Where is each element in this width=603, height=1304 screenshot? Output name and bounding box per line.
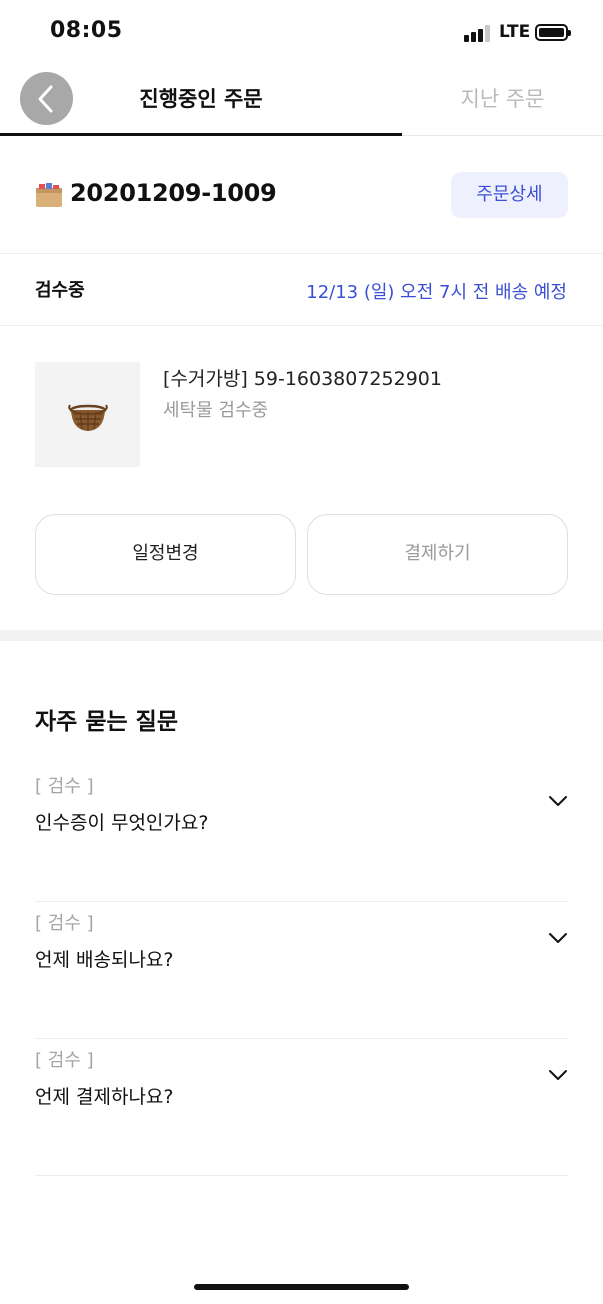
faq-category: [ 검수 ] xyxy=(35,913,94,934)
item-status: 세탁물 검수중 xyxy=(163,400,269,421)
item-thumbnail xyxy=(35,362,140,467)
faq-category: [ 검수 ] xyxy=(35,1050,94,1071)
cellular-signal-icon xyxy=(464,24,492,42)
chevron-down-icon[interactable] xyxy=(548,1068,568,1082)
chevron-down-icon[interactable] xyxy=(548,794,568,808)
order-tabs: 진행중인 주문 지난 주문 xyxy=(0,64,603,136)
section-divider xyxy=(0,630,603,641)
chevron-left-icon xyxy=(38,85,53,113)
tab-past-orders[interactable]: 지난 주문 xyxy=(402,64,603,136)
faq-question: 인수증이 무엇인가요? xyxy=(35,812,209,834)
delivery-eta: 12/13 (일) 오전 7시 전 배송 예정 xyxy=(306,282,567,303)
active-tab-indicator xyxy=(0,133,402,136)
order-status-label: 검수중 xyxy=(35,280,85,301)
faq-question: 언제 배송되나요? xyxy=(35,949,174,971)
reschedule-button[interactable]: 일정변경 xyxy=(35,514,296,595)
status-time: 08:05 xyxy=(50,18,123,43)
network-type: LTE xyxy=(499,22,531,42)
back-button[interactable] xyxy=(20,72,73,125)
order-number: 20201209-1009 xyxy=(70,179,277,207)
faq-item[interactable]: [ 검수 ] 인수증이 무엇인가요? xyxy=(35,764,568,902)
faq-title: 자주 묻는 질문 xyxy=(35,709,178,735)
pay-button[interactable]: 결제하기 xyxy=(307,514,568,595)
home-indicator[interactable] xyxy=(194,1284,409,1290)
order-detail-button[interactable]: 주문상세 xyxy=(451,172,568,218)
faq-question: 언제 결제하나요? xyxy=(35,1086,174,1108)
faq-category: [ 검수 ] xyxy=(35,776,94,797)
battery-icon xyxy=(535,24,571,41)
item-name: [수거가방] 59-1603807252901 xyxy=(163,368,442,390)
faq-item[interactable]: [ 검수 ] 언제 배송되나요? xyxy=(35,901,568,1039)
chevron-down-icon[interactable] xyxy=(548,931,568,945)
faq-item[interactable]: [ 검수 ] 언제 결제하나요? xyxy=(35,1038,568,1176)
status-bar: 08:05 LTE xyxy=(0,0,603,64)
order-status-row: 검수중 12/13 (일) 오전 7시 전 배송 예정 xyxy=(0,254,603,326)
laundry-basket-icon xyxy=(68,403,108,431)
order-header: 20201209-1009 주문상세 xyxy=(0,137,603,254)
box-icon xyxy=(36,183,62,207)
screen: 08:05 LTE 진행중인 주문 지난 주문 20201209-1009 주문… xyxy=(0,0,603,1304)
